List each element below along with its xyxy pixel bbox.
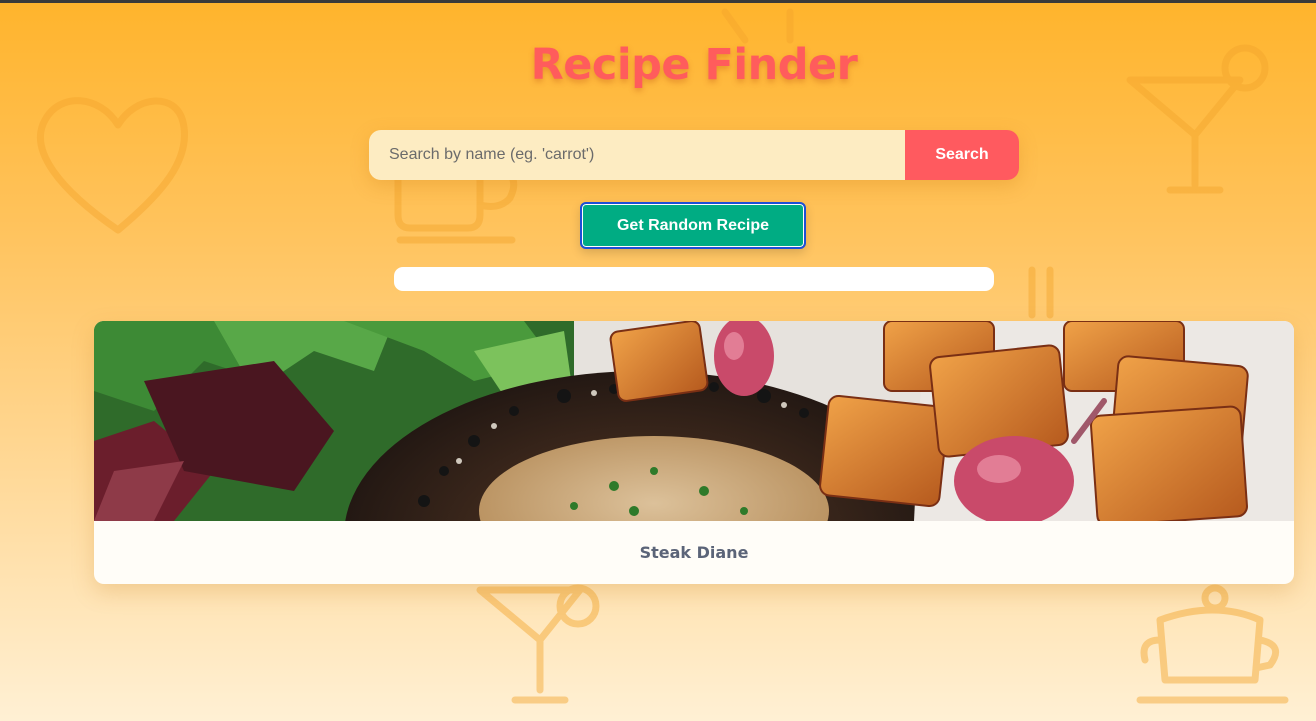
recipe-name: Steak Diane <box>639 543 749 562</box>
teapot-icon <box>1136 584 1289 704</box>
page-title: Recipe Finder <box>530 40 858 90</box>
search-button[interactable]: Search <box>905 130 1019 180</box>
window-top-strip <box>0 0 1316 3</box>
recipe-card[interactable]: Steak Diane <box>94 321 1294 584</box>
search-bar: Search <box>369 130 1019 180</box>
search-input[interactable] <box>369 130 905 180</box>
random-recipe-button[interactable]: Get Random Recipe <box>580 202 806 249</box>
cocktail-icon <box>476 584 600 704</box>
loading-progress-bar <box>394 267 994 291</box>
recipe-image <box>94 321 1294 521</box>
heart-icon <box>37 97 188 234</box>
